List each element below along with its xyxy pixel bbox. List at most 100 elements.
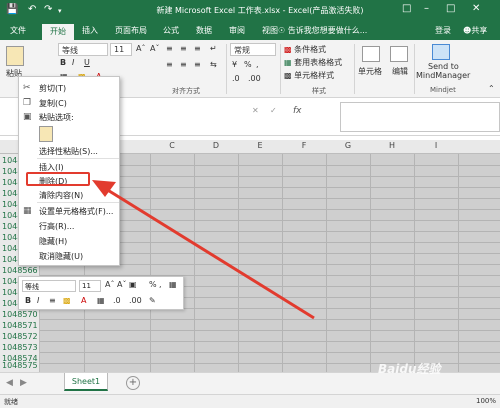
column-header[interactable]: F xyxy=(282,141,326,150)
mini-font-size[interactable]: 11 xyxy=(79,280,101,292)
menu-item-clear-contents[interactable]: 清除内容(N) xyxy=(39,190,83,201)
add-sheet-icon[interactable]: + xyxy=(126,376,140,390)
collapse-ribbon-icon[interactable]: ⌃ xyxy=(488,84,495,93)
decrease-decimal-icon[interactable]: .00 xyxy=(248,74,261,83)
mini-bold-button[interactable]: B xyxy=(25,296,31,305)
send-to-mindmanager-line2[interactable]: MindManager xyxy=(416,71,470,80)
tab-page-layout[interactable]: 页面布局 xyxy=(115,25,147,36)
column-header[interactable]: I xyxy=(414,141,458,150)
mini-decimal-icon[interactable]: .0 xyxy=(113,296,121,305)
menu-item-row-height[interactable]: 行高(R)... xyxy=(39,221,74,232)
cell-icon[interactable] xyxy=(362,46,380,62)
align-center-icon[interactable]: ≡ xyxy=(180,60,187,69)
row-header[interactable]: 1048570 xyxy=(2,310,38,319)
mini-font-color-icon[interactable]: A xyxy=(81,296,86,305)
menu-item-paste-special[interactable]: 选择性粘贴(S)... xyxy=(39,146,98,157)
grow-font-icon[interactable]: Aˆ xyxy=(136,44,145,53)
mini-font-name[interactable]: 等线 xyxy=(22,280,76,292)
formula-input[interactable] xyxy=(340,102,500,132)
sheet-tab[interactable]: Sheet1 xyxy=(64,373,108,391)
menu-item-format-cells[interactable]: 设置单元格格式(F)... xyxy=(39,206,113,217)
bold-button[interactable]: B xyxy=(60,58,66,67)
align-top-icon[interactable]: ≡ xyxy=(166,44,173,53)
mini-fill-color-icon[interactable]: ▩ xyxy=(63,296,71,305)
tab-data[interactable]: 数据 xyxy=(196,25,212,36)
row-header[interactable]: 1048572 xyxy=(2,332,38,341)
formula-confirm-icon[interactable]: ✓ xyxy=(270,106,277,115)
column-header[interactable]: G xyxy=(326,141,370,150)
mini-borders-icon[interactable]: ▦ xyxy=(97,296,105,305)
tab-view[interactable]: 视图 xyxy=(262,25,278,36)
mini-percent-button[interactable]: % xyxy=(149,280,157,289)
cell-button-label[interactable]: 单元格 xyxy=(358,66,382,77)
next-sheet-icon[interactable]: ▶ xyxy=(20,378,27,388)
paste-option-icon[interactable] xyxy=(39,126,53,142)
mini-grow-font-icon[interactable]: Aˆ xyxy=(105,280,114,289)
italic-button[interactable]: I xyxy=(72,58,74,67)
tab-review[interactable]: 审阅 xyxy=(229,25,245,36)
column-header[interactable]: D xyxy=(194,141,238,150)
row-header[interactable]: 1048566 xyxy=(2,266,38,275)
redo-icon[interactable]: ↷ xyxy=(44,4,52,15)
cell-style-button[interactable]: ▩ 单元格样式 xyxy=(284,70,334,81)
close-icon[interactable]: ✕ xyxy=(472,3,480,14)
merge-center-icon[interactable]: ⇆ xyxy=(210,60,217,69)
currency-icon[interactable]: ¥ xyxy=(232,60,237,69)
edit-button-label[interactable]: 编辑 xyxy=(392,66,408,77)
percent-icon[interactable]: % xyxy=(244,60,252,69)
shrink-font-icon[interactable]: Aˇ xyxy=(150,44,159,53)
menu-item-hide[interactable]: 隐藏(H) xyxy=(39,236,67,247)
send-to-mindmanager-line1[interactable]: Send to xyxy=(428,62,459,71)
column-header[interactable]: C xyxy=(150,141,194,150)
comma-icon[interactable]: , xyxy=(256,60,259,69)
table-format-button[interactable]: ▦ 套用表格格式 xyxy=(284,57,342,68)
menu-item-cut[interactable]: 剪切(T) xyxy=(39,83,66,94)
mini-align-icon[interactable]: ≡ xyxy=(49,296,56,305)
menu-item-copy[interactable]: 复制(C) xyxy=(39,98,67,109)
edit-icon[interactable] xyxy=(390,46,408,62)
paste-icon[interactable] xyxy=(6,46,24,66)
mini-shrink-font-icon[interactable]: Aˇ xyxy=(117,280,126,289)
increase-decimal-icon[interactable]: .0 xyxy=(232,74,240,83)
mini-format-icon[interactable]: ▦ xyxy=(169,280,177,289)
align-bottom-icon[interactable]: ≡ xyxy=(194,44,201,53)
formula-cancel-icon[interactable]: ✕ xyxy=(252,106,259,115)
share-button[interactable]: ☻共享 xyxy=(463,25,487,36)
menu-item-unhide[interactable]: 取消隐藏(U) xyxy=(39,251,83,262)
align-left-icon[interactable]: ≡ xyxy=(166,60,173,69)
insert-function-icon[interactable]: fx xyxy=(293,106,302,116)
row-header[interactable]: 1048571 xyxy=(2,321,38,330)
login-link[interactable]: 登录 xyxy=(435,25,451,36)
number-format-select[interactable]: 常规 xyxy=(230,43,276,56)
column-header[interactable]: E xyxy=(238,141,282,150)
zoom-level[interactable]: 100% xyxy=(476,397,496,405)
maximize-icon[interactable]: □ xyxy=(446,3,455,14)
prev-sheet-icon[interactable]: ◀ xyxy=(6,378,13,388)
save-icon[interactable]: 💾 xyxy=(6,4,18,15)
font-size-select[interactable]: 11 xyxy=(110,43,132,56)
tab-home[interactable]: 开始 xyxy=(42,24,74,40)
underline-button[interactable]: U xyxy=(84,58,90,67)
conditional-format-button[interactable]: ▩ 条件格式 xyxy=(284,44,326,55)
mini-number-format-icon[interactable]: ▣ xyxy=(129,280,137,289)
mini-comma-button[interactable]: , xyxy=(159,280,162,289)
tell-me-search[interactable]: ☉ 告诉我您想要做什么... xyxy=(278,25,367,36)
quick-access-dropdown-icon[interactable]: ▾ xyxy=(58,7,62,15)
tab-formulas[interactable]: 公式 xyxy=(163,25,179,36)
font-name-select[interactable]: 等线 xyxy=(58,43,108,56)
row-header[interactable]: 1048575 xyxy=(2,361,38,370)
undo-icon[interactable]: ↶ xyxy=(28,4,36,15)
mindmanager-icon[interactable] xyxy=(432,44,450,60)
row-header[interactable]: 1048573 xyxy=(2,343,38,352)
ribbon-display-icon[interactable]: □ xyxy=(402,3,411,14)
align-right-icon[interactable]: ≡ xyxy=(194,60,201,69)
mini-decimal-decrease-icon[interactable]: .00 xyxy=(129,296,142,305)
align-middle-icon[interactable]: ≡ xyxy=(180,44,187,53)
mini-italic-button[interactable]: I xyxy=(37,296,39,305)
minimize-icon[interactable]: – xyxy=(424,3,429,14)
mini-format-painter-icon[interactable]: ✎ xyxy=(149,296,156,305)
tab-insert[interactable]: 插入 xyxy=(82,25,98,36)
column-header[interactable]: H xyxy=(370,141,414,150)
wrap-text-icon[interactable]: ↵ xyxy=(210,44,217,53)
tab-file[interactable]: 文件 xyxy=(10,25,26,36)
